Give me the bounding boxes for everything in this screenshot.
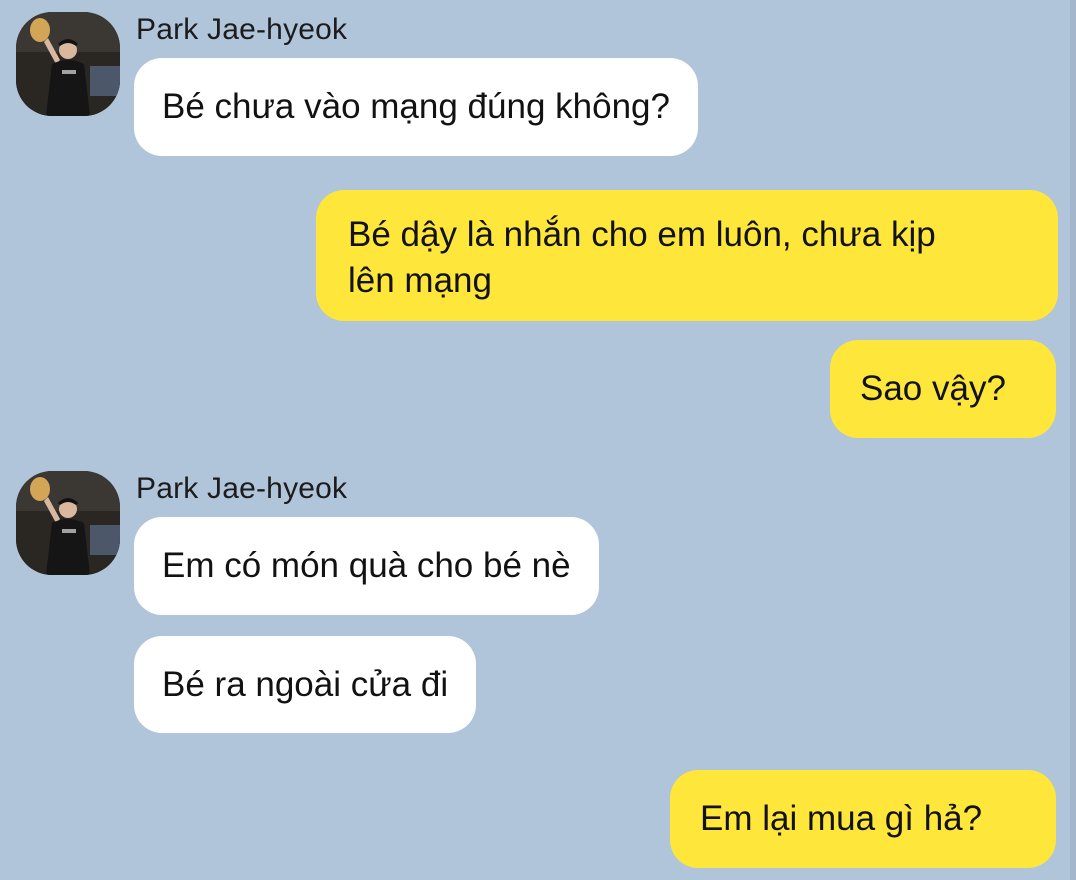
message-text: Bé chưa vào mạng đúng không? <box>162 87 670 126</box>
profile-photo-icon <box>16 12 120 116</box>
profile-photo-icon <box>16 471 120 575</box>
sender-name: Park Jae-hyeok <box>136 472 348 505</box>
message-text: Sao vậy? <box>860 369 1006 408</box>
outgoing-message-bubble[interactable]: Em lại mua gì hả? <box>670 770 1056 868</box>
contact-avatar[interactable] <box>16 471 120 575</box>
incoming-message-bubble[interactable]: Em có món quà cho bé nè <box>134 517 599 615</box>
message-text: Bé ra ngoài cửa đi <box>162 665 449 704</box>
message-text: Em lại mua gì hả? <box>700 799 983 838</box>
scrollbar[interactable] <box>1070 0 1076 880</box>
incoming-message-bubble[interactable]: Bé ra ngoài cửa đi <box>134 636 477 733</box>
contact-avatar[interactable] <box>16 12 120 116</box>
outgoing-message-bubble[interactable]: Bé dậy là nhắn cho em luôn, chưa kịp lên… <box>316 190 1058 321</box>
incoming-message-bubble[interactable]: Bé chưa vào mạng đúng không? <box>134 58 698 156</box>
message-text-line: lên mạng <box>348 261 492 300</box>
message-text-line: Bé dậy là nhắn cho em luôn, chưa kịp <box>348 215 936 254</box>
sender-name: Park Jae-hyeok <box>136 13 348 46</box>
outgoing-message-bubble[interactable]: Sao vậy? <box>830 340 1056 438</box>
message-text: Em có món quà cho bé nè <box>162 546 571 585</box>
